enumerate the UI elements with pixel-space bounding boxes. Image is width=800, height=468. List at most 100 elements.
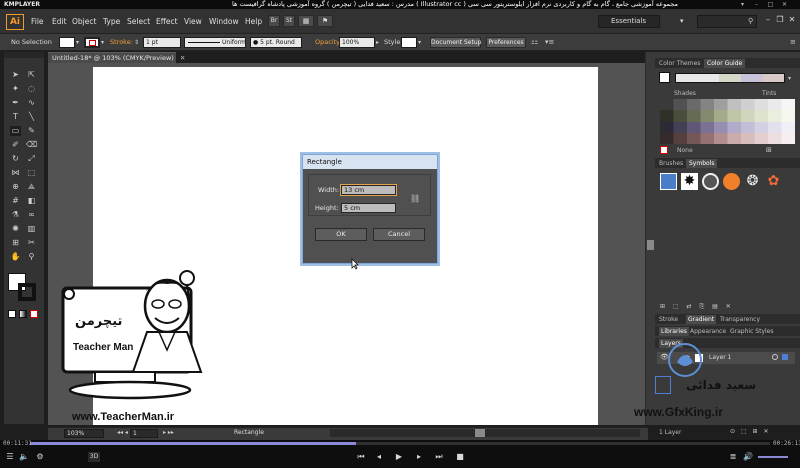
tab-transparency[interactable]: Transparency: [720, 315, 760, 324]
control-menu-icon[interactable]: ▾≡: [545, 38, 554, 46]
color-guide-row-green[interactable]: [660, 110, 795, 122]
zoom-tool-icon[interactable]: ⚲: [26, 252, 37, 262]
tab-color-themes[interactable]: Color Themes: [659, 59, 700, 68]
player-minimize-icon[interactable]: –: [752, 1, 761, 8]
menu-effect[interactable]: Effect: [156, 17, 178, 27]
workspace-dropdown-icon[interactable]: ▾: [680, 17, 684, 25]
opacity-field[interactable]: 100%: [339, 37, 375, 48]
height-input[interactable]: 5 cm: [341, 203, 396, 213]
player-eq-icon[interactable]: ≣: [727, 452, 739, 462]
app-minimize-icon[interactable]: –: [763, 14, 773, 26]
rotate-tool-icon[interactable]: ↻: [10, 154, 21, 164]
perspective-grid-tool-icon[interactable]: ⟁: [26, 182, 37, 192]
menu-edit[interactable]: Edit: [52, 17, 67, 27]
free-transform-tool-icon[interactable]: ⬚: [26, 168, 37, 178]
paintbrush-tool-icon[interactable]: ✎: [26, 126, 37, 136]
control-bar-menu-icon[interactable]: ≡: [790, 38, 796, 46]
menu-type[interactable]: Type: [103, 17, 120, 27]
hand-tool-icon[interactable]: ✋: [10, 252, 21, 262]
color-guide-row-red[interactable]: [660, 133, 795, 144]
rectangle-tool-icon[interactable]: ▭: [10, 126, 21, 136]
stroke-color-swatch[interactable]: [84, 37, 100, 48]
menu-file[interactable]: File: [31, 17, 44, 27]
harmony-dropdown-icon[interactable]: ▾: [788, 75, 791, 82]
bridge-icon[interactable]: Br: [268, 15, 280, 27]
arrange-documents-icon[interactable]: ▦: [298, 15, 314, 27]
close-tab-icon[interactable]: ✕: [180, 54, 185, 62]
player-close-icon[interactable]: ✕: [780, 1, 789, 8]
stroke-label[interactable]: Stroke:: [110, 38, 133, 47]
artboard-next-icons[interactable]: ▸ ▸▸: [163, 429, 174, 436]
direct-selection-tool-icon[interactable]: ⇱: [26, 70, 37, 80]
layers-footer-icons[interactable]: ⊙ ⬚ ⊞ ✕: [730, 428, 768, 435]
cancel-button[interactable]: Cancel: [373, 228, 425, 241]
preferences-button[interactable]: Preferences: [486, 37, 526, 48]
document-setup-button[interactable]: Document Setup: [430, 37, 481, 48]
tab-graphic-styles[interactable]: Graphic Styles: [730, 327, 773, 336]
gpu-performance-icon[interactable]: ⚑: [317, 15, 333, 27]
layer-name[interactable]: Layer 1: [709, 354, 731, 362]
stroke-indicator[interactable]: [18, 283, 36, 301]
color-guide-row-violet[interactable]: [660, 122, 795, 133]
selection-tool-icon[interactable]: ➤: [10, 70, 21, 80]
symbol-splat-icon[interactable]: ✸: [681, 173, 698, 190]
tab-brushes[interactable]: Brushes: [659, 159, 683, 168]
workspace-switcher[interactable]: Essentials: [598, 15, 660, 28]
color-mode-icon[interactable]: [8, 310, 16, 318]
horizontal-scrollbar-thumb[interactable]: [475, 429, 485, 437]
player-volume-icon[interactable]: 🔈: [18, 452, 30, 462]
line-tool-icon[interactable]: ╲: [26, 112, 37, 122]
style-dropdown-icon[interactable]: ▾: [418, 39, 421, 46]
fill-color-swatch[interactable]: [59, 37, 75, 48]
tab-gradient[interactable]: Gradient: [686, 315, 717, 324]
layer-target-icon[interactable]: [772, 354, 778, 360]
player-pin-icon[interactable]: ▾: [738, 1, 747, 8]
constrain-proportions-icon[interactable]: ⛓: [410, 193, 420, 205]
arrange-icon[interactable]: ⚏: [531, 37, 538, 46]
player-play-icon[interactable]: ▶: [393, 452, 405, 462]
curvature-tool-icon[interactable]: ∿: [26, 98, 37, 108]
menu-object[interactable]: Object: [72, 17, 96, 27]
menu-window[interactable]: Window: [209, 17, 239, 27]
graphic-style-swatch[interactable]: [401, 37, 417, 48]
fill-dropdown-icon[interactable]: ▾: [76, 39, 79, 46]
artboard-number-field[interactable]: 1: [130, 429, 158, 438]
player-maximize-icon[interactable]: □: [766, 1, 775, 8]
pen-tool-icon[interactable]: ✒: [10, 98, 21, 108]
menu-help[interactable]: Help: [245, 17, 262, 27]
blend-tool-icon[interactable]: ∞: [26, 210, 37, 220]
eraser-tool-icon[interactable]: ⌫: [26, 140, 37, 150]
column-graph-tool-icon[interactable]: ▥: [26, 224, 37, 234]
slice-tool-icon[interactable]: ✂: [26, 238, 37, 248]
player-3d-icon[interactable]: 3D: [88, 452, 100, 462]
player-speaker-icon[interactable]: 🔊: [742, 452, 754, 462]
edit-colors-icon[interactable]: ⊞: [766, 146, 772, 154]
horizontal-scrollbar[interactable]: [330, 429, 640, 437]
app-restore-icon[interactable]: ❐: [775, 14, 785, 26]
artboard-tool-icon[interactable]: ⊞: [10, 238, 21, 248]
player-prev-icon[interactable]: ⏮: [355, 452, 367, 462]
menu-select[interactable]: Select: [127, 17, 150, 27]
vertical-scrollbar[interactable]: [645, 52, 655, 425]
symbol-orange-icon[interactable]: [723, 173, 740, 190]
shape-builder-tool-icon[interactable]: ⊕: [10, 182, 21, 192]
stroke-stepper-icon[interactable]: ⇕: [134, 37, 142, 48]
tab-libraries[interactable]: Libraries: [659, 327, 689, 336]
opacity-arrow-icon[interactable]: ▸: [376, 39, 379, 46]
lasso-tool-icon[interactable]: ◌: [26, 84, 37, 94]
eyedropper-tool-icon[interactable]: ⚗: [10, 210, 21, 220]
stroke-weight-field[interactable]: 1 pt: [143, 37, 181, 48]
type-tool-icon[interactable]: T: [10, 112, 21, 122]
symbol-bars-icon[interactable]: [660, 173, 677, 190]
tab-stroke[interactable]: Stroke: [659, 315, 678, 324]
width-input[interactable]: 13 cm: [340, 184, 397, 196]
gradient-mode-icon[interactable]: [19, 310, 27, 318]
app-close-icon[interactable]: ✕: [787, 14, 797, 26]
player-stop-icon[interactable]: ■: [454, 452, 466, 462]
none-mode-icon[interactable]: [30, 310, 38, 318]
symbols-footer-icons[interactable]: ⊞ ⬚ ⇄ ⎘ ▤ ✕: [660, 302, 795, 312]
brush-definition[interactable]: ● 5 pt. Round: [250, 37, 302, 48]
volume-slider[interactable]: [758, 456, 788, 458]
variable-width-profile[interactable]: Uniform: [184, 37, 246, 48]
base-color-swatch[interactable]: [659, 72, 670, 83]
